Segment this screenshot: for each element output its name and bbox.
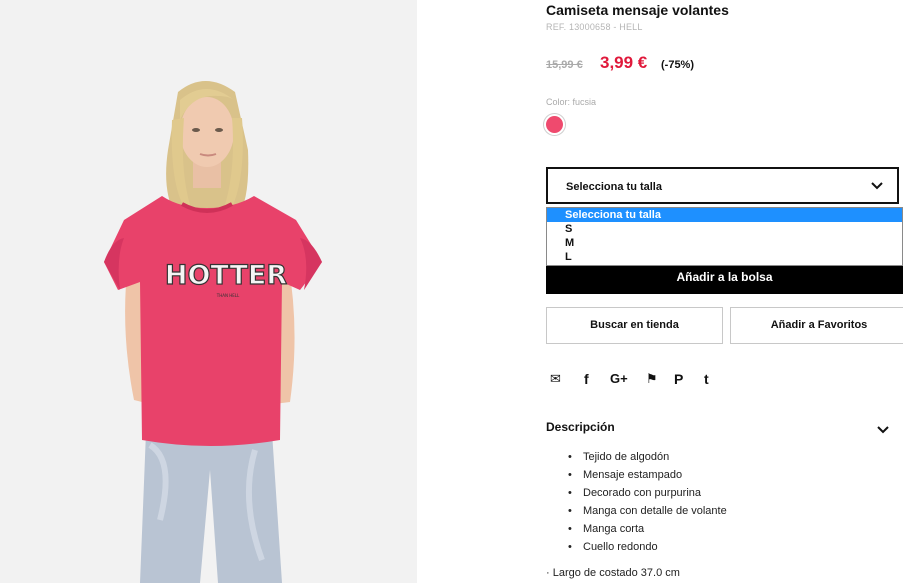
pinterest-icon[interactable]: P xyxy=(674,370,683,388)
add-to-favorites-button[interactable]: Añadir a Favoritos xyxy=(730,307,903,344)
old-price: 15,99 € xyxy=(546,59,583,71)
add-to-bag-button[interactable]: Añadir a la bolsa xyxy=(546,266,903,294)
google-plus-icon[interactable]: G+ xyxy=(610,370,628,388)
list-item: Manga corta xyxy=(566,520,727,538)
size-option-s[interactable]: S xyxy=(547,222,902,236)
facebook-icon[interactable]: f xyxy=(584,370,589,388)
size-option-placeholder[interactable]: Selecciona tu talla xyxy=(547,208,902,222)
discount-badge: (-75%) xyxy=(661,59,695,71)
size-dropdown-list: Selecciona tu talla S M L xyxy=(546,207,903,266)
sale-price: 3,99 € xyxy=(600,53,648,72)
list-item: Manga con detalle de volante xyxy=(566,502,727,520)
size-select-value: Selecciona tu talla xyxy=(566,181,662,193)
list-item: Decorado con purpurina xyxy=(566,484,727,502)
color-label: Color: fucsia xyxy=(546,97,597,107)
product-title: Camiseta mensaje volantes xyxy=(546,2,729,18)
list-item: Tejido de algodón xyxy=(566,448,727,466)
tumblr-icon[interactable]: t xyxy=(704,370,709,388)
color-swatch-fucsia[interactable] xyxy=(546,116,563,133)
chevron-down-icon[interactable] xyxy=(877,425,889,435)
list-item: Cuello redondo xyxy=(566,538,727,556)
description-toggle[interactable]: Descripción xyxy=(546,420,615,434)
size-option-m[interactable]: M xyxy=(547,236,902,250)
find-in-store-button[interactable]: Buscar en tienda xyxy=(546,307,723,344)
measurement-note: · Largo de costado 37.0 cm xyxy=(546,567,680,579)
product-info: Camiseta mensaje volantes REF. 13000658 … xyxy=(546,0,903,583)
product-ref: REF. 13000658 - HELL xyxy=(546,22,643,32)
mail-icon[interactable]: ✉ xyxy=(550,370,561,388)
size-option-l[interactable]: L xyxy=(547,250,902,264)
shirt-print-subline: THAN HELL xyxy=(216,293,240,298)
list-item: Mensaje estampado xyxy=(566,466,727,484)
size-select[interactable]: Selecciona tu talla xyxy=(546,167,899,204)
description-list: Tejido de algodón Mensaje estampado Deco… xyxy=(566,448,727,556)
shirt-print-headline: HOTTER xyxy=(165,260,287,291)
product-photo: HOTTER THAN HELL xyxy=(0,0,417,583)
twitter-icon[interactable]: ⚑ xyxy=(646,370,658,388)
chevron-down-icon xyxy=(871,182,883,190)
